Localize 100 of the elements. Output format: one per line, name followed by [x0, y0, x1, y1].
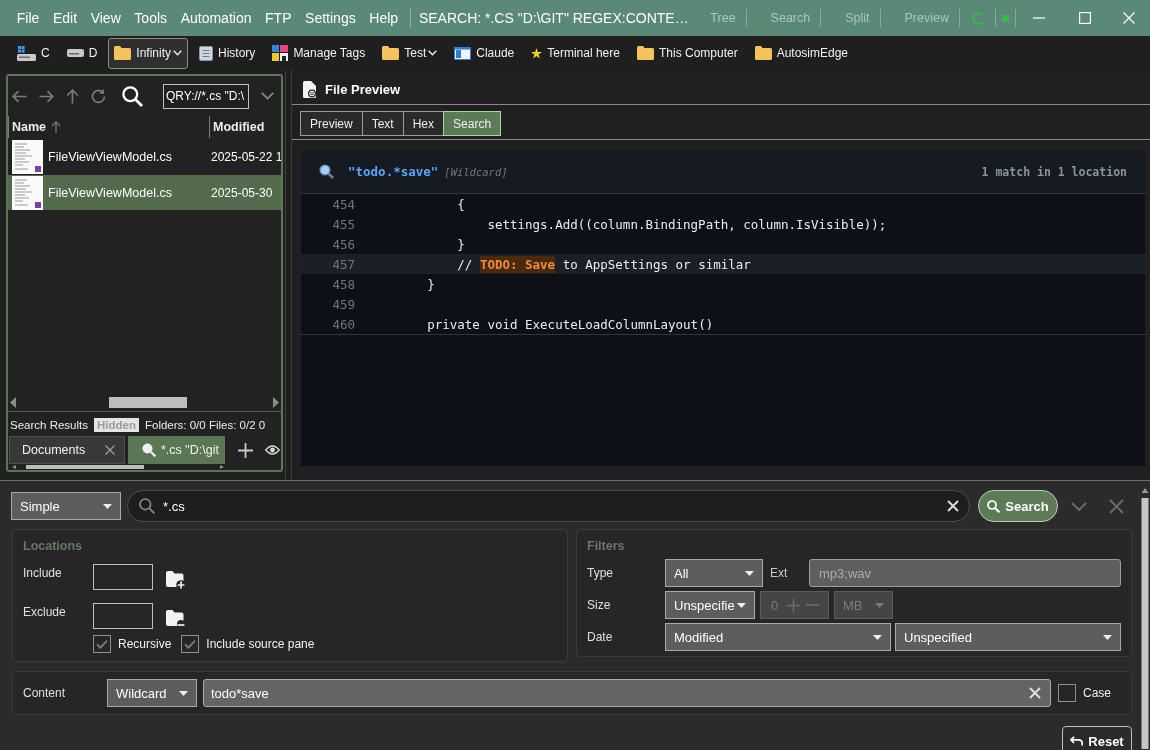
close-icon[interactable] [105, 445, 115, 455]
folder-icon [114, 46, 132, 60]
line-number: 459 [331, 296, 355, 312]
code-text: to AppSettings or similar [561, 256, 751, 272]
mode-dropdown[interactable]: Simple [11, 492, 121, 520]
menu-item[interactable]: Edit [46, 10, 84, 26]
date-field-dropdown[interactable]: Modified [665, 623, 891, 651]
menu-item[interactable]: Help [362, 10, 405, 26]
caret-icon [737, 602, 746, 608]
preview-tab[interactable]: Text [361, 111, 404, 136]
toolbar-button[interactable]: Infinity [108, 37, 189, 69]
address-field[interactable]: QRY://*.cs "D:\ [163, 83, 249, 109]
document-tab[interactable]: *.cs "D:\git [128, 436, 225, 464]
preview-tab[interactable]: Preview [300, 111, 363, 136]
field-label: Exclude [23, 604, 67, 619]
toolbar-button[interactable]: Test [376, 37, 444, 69]
column-header[interactable]: Modified [209, 116, 281, 138]
search-button[interactable]: Search [978, 490, 1058, 522]
toolbar-button[interactable]: History [193, 37, 262, 69]
chevron-down-icon[interactable] [261, 92, 274, 100]
pane-title: File Preview [325, 81, 401, 97]
menu-item[interactable]: View [83, 10, 128, 26]
chevron-down-icon[interactable] [1071, 501, 1087, 511]
horizontal-scrollbar[interactable] [9, 396, 280, 409]
toolbar-button[interactable]: Claude [448, 37, 521, 69]
toolbar-button[interactable]: Manage Tags [266, 37, 372, 69]
search-field[interactable]: *.cs [127, 490, 970, 522]
maximize-icon[interactable] [1079, 12, 1091, 24]
document-tab[interactable]: Documents [9, 436, 125, 464]
search-match: TODO: Save [479, 255, 556, 273]
code-text: { [457, 196, 465, 212]
tab-scrollbar[interactable] [12, 465, 224, 469]
caret-icon [745, 570, 754, 576]
folder-plus-icon[interactable] [166, 570, 186, 590]
vertical-scrollbar[interactable] [1141, 487, 1149, 749]
checkbox-label: Case [1083, 686, 1111, 700]
content-mode-dropdown[interactable]: Wildcard [107, 679, 197, 707]
content-field[interactable]: todo*save [203, 679, 1051, 707]
field-label: Include [23, 565, 63, 580]
field-label: Content [23, 686, 67, 700]
star-icon [531, 47, 543, 59]
plus-icon[interactable] [238, 442, 253, 458]
exclude-field[interactable] [93, 603, 153, 629]
window-icon [454, 46, 472, 60]
type-dropdown[interactable]: All [665, 559, 763, 587]
caret-icon [873, 634, 882, 640]
caret-icon [173, 50, 183, 56]
drive-icon [66, 49, 84, 57]
checkbox[interactable] [1058, 684, 1076, 702]
search-icon [142, 443, 156, 457]
reset-button[interactable]: Reset [1062, 726, 1132, 750]
document-eye-icon [303, 80, 316, 98]
modified-date: 2025-05-30 [210, 185, 273, 200]
menu-item[interactable]: Settings [298, 10, 363, 26]
toolbar-button[interactable]: D [60, 37, 104, 69]
list-icon [199, 45, 214, 61]
tiles-icon [272, 45, 289, 61]
line-number: 458 [331, 276, 355, 292]
folder-minus-icon[interactable] [166, 610, 186, 628]
ext-field[interactable]: mp3;wav [809, 559, 1121, 587]
toolbar-button[interactable]: Terminal here [525, 37, 626, 69]
toolbar-button[interactable]: This Computer [630, 37, 744, 69]
match-summary: 1 match in 1 location [981, 164, 1127, 179]
toolbar-button[interactable]: C [11, 37, 56, 69]
forward-icon[interactable] [39, 89, 54, 103]
up-icon[interactable] [66, 88, 79, 104]
clear-icon[interactable] [947, 500, 959, 512]
modified-date: 2025-05-22 1 [210, 149, 281, 164]
toolbar-button[interactable]: AutosimEdge [748, 37, 855, 69]
include-field[interactable] [93, 564, 153, 590]
checkbox-label: Recursive [118, 637, 172, 651]
file-name: FileViewViewModel.cs [48, 149, 172, 164]
search-icon [987, 499, 1001, 513]
menu-item[interactable]: FTP [258, 10, 299, 26]
eye-icon[interactable] [265, 445, 280, 455]
back-icon[interactable] [12, 89, 27, 103]
line-number: 455 [331, 216, 355, 232]
group-title: Filters [587, 539, 625, 553]
code-text: // [457, 256, 474, 272]
close-icon[interactable] [1109, 498, 1124, 514]
preview-tab[interactable]: Search [443, 111, 502, 136]
menu-item[interactable]: Tools [127, 10, 174, 26]
checkbox[interactable] [181, 635, 200, 653]
search-icon[interactable] [122, 85, 143, 107]
folder-icon [754, 46, 772, 60]
file-row[interactable]: FileViewViewModel.cs 2025-05-22 1 [8, 139, 281, 174]
menu-item[interactable]: File [10, 10, 47, 26]
checkbox[interactable] [93, 635, 111, 653]
sort-up-icon [51, 121, 62, 133]
code-text: } [457, 236, 465, 252]
folder-icon [382, 46, 400, 60]
field-label: Ext [770, 566, 789, 580]
magnifier-icon [319, 164, 334, 179]
column-header[interactable]: Name [8, 116, 209, 138]
file-row[interactable]: FileViewViewModel.cs 2025-05-30 [8, 175, 281, 210]
date-range-dropdown[interactable]: Unspecified [895, 623, 1121, 651]
preview-tab[interactable]: Hex [402, 111, 445, 136]
menu-item[interactable]: Automation [173, 10, 259, 26]
line-number: 454 [331, 196, 355, 212]
refresh-icon[interactable] [91, 88, 106, 104]
